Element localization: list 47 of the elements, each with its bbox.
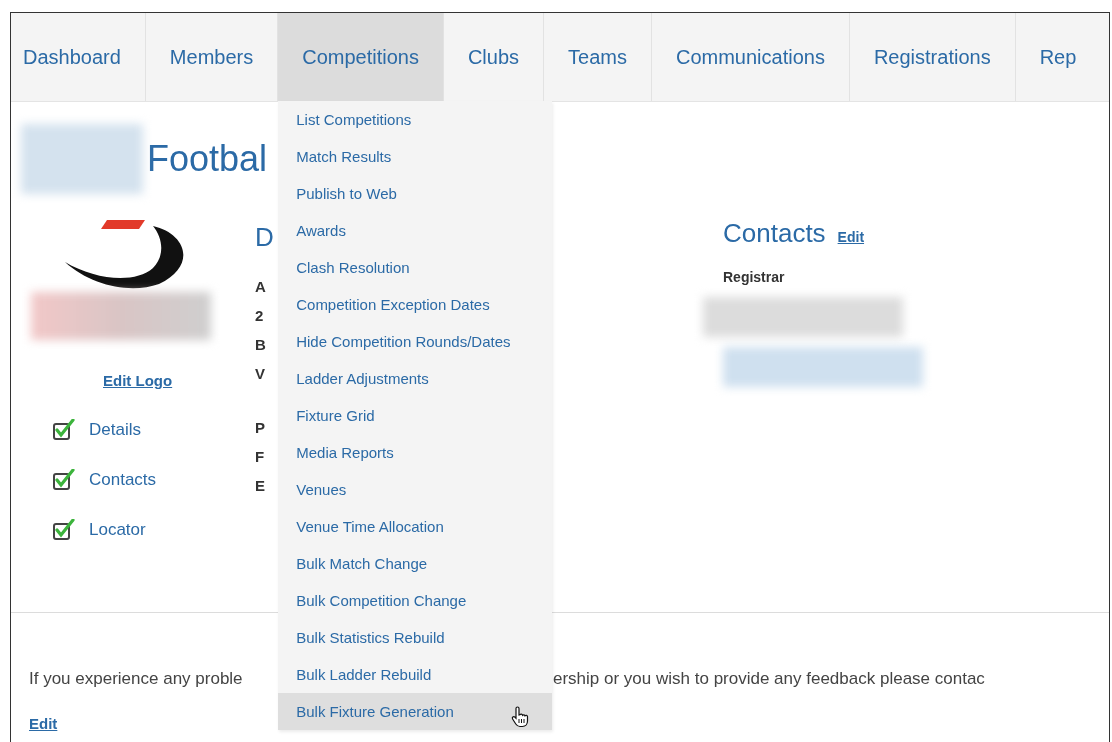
detail-label: P (255, 418, 265, 438)
menu-item[interactable]: Bulk Match Change (278, 545, 553, 582)
hand-cursor-icon (510, 706, 531, 728)
checklist-link[interactable]: Locator (89, 520, 146, 540)
page-title: Footbal (147, 138, 268, 180)
detail-label: E (255, 476, 265, 496)
edit-logo-link[interactable]: Edit Logo (103, 372, 173, 389)
contacts-heading: Contacts (723, 218, 826, 249)
checkbox-icon[interactable] (53, 519, 75, 541)
checkbox-icon[interactable] (53, 469, 75, 491)
nav-tab[interactable]: Rep (1015, 13, 1077, 101)
menu-item[interactable]: List Competitions (278, 101, 553, 138)
footer-text: ership or you wish to provide any feedback please contac (553, 669, 986, 689)
detail-label: B (255, 335, 266, 355)
menu-item[interactable]: Fixture Grid (278, 397, 553, 434)
section-heading: D (255, 222, 274, 252)
menu-item[interactable]: Media Reports (278, 434, 553, 471)
nav-tab[interactable]: Registrations (849, 13, 1016, 101)
menu-item[interactable]: Competition Exception Dates (278, 286, 553, 323)
nav-tab[interactable]: Dashboard (11, 13, 146, 101)
menu-item[interactable]: Publish to Web (278, 175, 553, 212)
menu-item[interactable]: Awards (278, 212, 553, 249)
menu-item[interactable]: Hide Competition Rounds/Dates (278, 323, 553, 360)
menu-item[interactable]: Match Results (278, 138, 553, 175)
nav-tab[interactable]: Teams (544, 13, 652, 101)
contact-role: Registrar (723, 269, 785, 285)
checkbox-icon[interactable] (53, 419, 75, 441)
menu-item[interactable]: Bulk Fixture Generation (278, 693, 553, 730)
menu-item[interactable]: Bulk Ladder Rebuild (278, 656, 553, 693)
edit-link[interactable]: Edit (29, 715, 58, 732)
detail-label: V (255, 364, 265, 384)
menu-item[interactable]: Venues (278, 471, 553, 508)
footer-text: If you experience any proble (28, 669, 244, 689)
detail-label: F (255, 447, 265, 467)
menu-item[interactable]: Venue Time Allocation (278, 508, 553, 545)
nav-tab[interactable]: Competitions (278, 13, 444, 101)
menu-item[interactable]: Clash Resolution (278, 249, 553, 286)
detail-label: A (255, 277, 266, 297)
menu-item[interactable]: Bulk Competition Change (278, 582, 553, 619)
nav-tab[interactable]: Communications (651, 13, 850, 101)
menu-item[interactable]: Bulk Statistics Rebuild (278, 619, 553, 656)
checklist-link[interactable]: Details (89, 420, 141, 440)
checklist-link[interactable]: Contacts (89, 470, 157, 490)
nav-tab[interactable]: Clubs (443, 13, 545, 101)
detail-label: 2 (255, 306, 264, 326)
menu-item[interactable]: Ladder Adjustments (278, 360, 553, 397)
edit-link[interactable]: Edit (837, 229, 865, 245)
